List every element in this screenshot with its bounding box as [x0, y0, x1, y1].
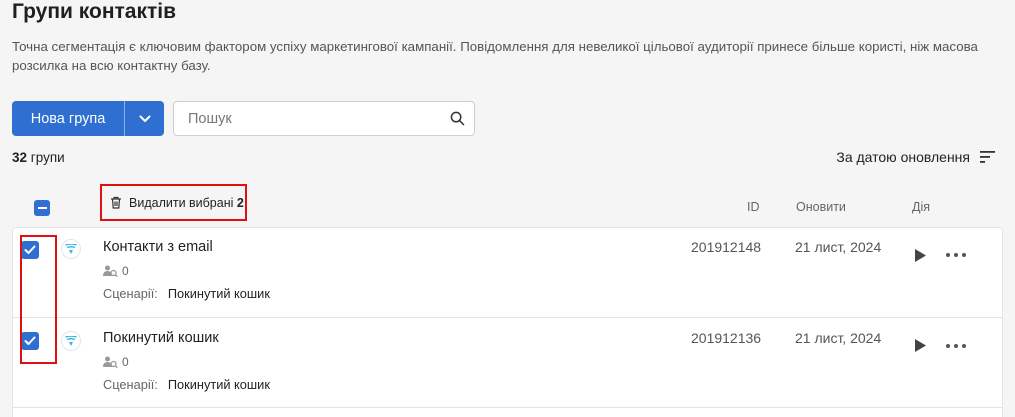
- group-count-number: 32: [12, 150, 28, 165]
- users-search-icon: [103, 356, 118, 368]
- group-count-label: групи: [30, 150, 65, 165]
- new-group-dropdown-button[interactable]: [125, 101, 164, 136]
- search-input[interactable]: [174, 110, 440, 127]
- group-updated: 21 лист, 2024: [795, 239, 882, 255]
- scenario-value: Покинутий кошик: [167, 377, 270, 392]
- sort-control[interactable]: За датою оновлення: [836, 149, 995, 165]
- page-description: Точна сегментація є ключовим фактором ус…: [12, 39, 978, 73]
- play-icon[interactable]: [913, 248, 927, 262]
- table-row: [12, 407, 1003, 417]
- group-updated: 21 лист, 2024: [795, 330, 882, 346]
- scenario-label: Сценарії:: [103, 377, 158, 392]
- page-title: Групи контактів: [12, 0, 177, 23]
- filter-funnel-icon: [61, 239, 81, 259]
- new-group-button[interactable]: Нова група: [12, 101, 124, 136]
- trash-icon: [111, 196, 121, 209]
- group-id: 201912148: [691, 239, 762, 255]
- users-search-icon: [103, 265, 118, 277]
- check-icon: [24, 245, 36, 254]
- group-scenario: Сценарії: Покинутий кошик: [103, 377, 270, 392]
- play-icon[interactable]: [913, 338, 927, 352]
- select-all-checkbox[interactable]: [34, 200, 50, 216]
- column-header-updated: Оновити: [796, 200, 846, 214]
- new-group-button-group: Нова група: [12, 101, 164, 136]
- more-dots-icon[interactable]: [946, 341, 966, 351]
- group-members: 0: [103, 355, 129, 369]
- group-count: 32 групи: [12, 150, 65, 165]
- members-count: 0: [122, 264, 129, 278]
- chevron-down-icon: [139, 115, 150, 122]
- group-name[interactable]: Контакти з email: [103, 239, 213, 255]
- search-box: [173, 101, 475, 136]
- members-count: 0: [122, 355, 129, 369]
- delete-selected-button[interactable]: Видалити вибрані 2: [100, 184, 247, 221]
- row-checkbox[interactable]: [21, 332, 39, 350]
- search-icon[interactable]: [440, 111, 474, 126]
- column-header-action: Дія: [912, 200, 931, 214]
- scenario-label: Сценарії:: [103, 286, 158, 301]
- group-name[interactable]: Покинутий кошик: [103, 330, 219, 346]
- group-scenario: Сценарії: Покинутий кошик: [103, 286, 270, 301]
- indeterminate-dash-icon: [37, 207, 47, 209]
- column-header-id: ID: [747, 200, 760, 214]
- filter-funnel-icon: [61, 331, 81, 351]
- sort-lines-icon: [980, 151, 995, 163]
- sort-label: За датою оновлення: [836, 149, 970, 165]
- more-dots-icon[interactable]: [946, 250, 966, 260]
- row-checkbox[interactable]: [21, 241, 39, 259]
- check-icon: [24, 336, 36, 345]
- delete-selected-label: Видалити вибрані: [129, 195, 234, 210]
- scenario-value: Покинутий кошик: [167, 286, 270, 301]
- selected-count: 2: [236, 195, 244, 210]
- group-members: 0: [103, 264, 129, 278]
- group-id: 201912136: [691, 330, 762, 346]
